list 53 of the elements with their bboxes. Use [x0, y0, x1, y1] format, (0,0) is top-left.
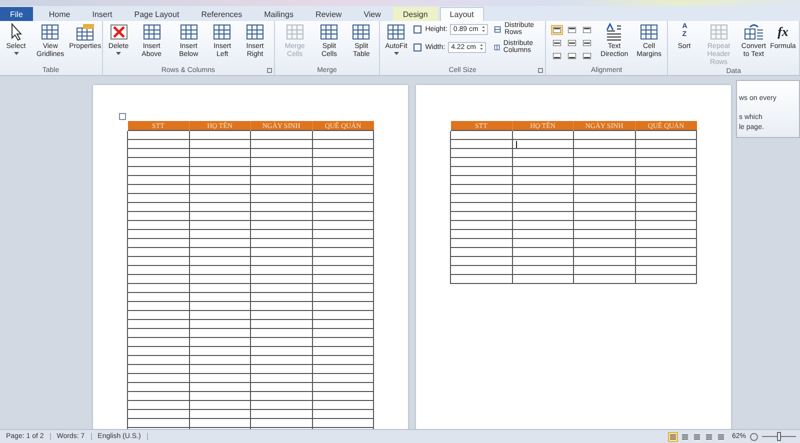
- table-icon: [708, 23, 729, 41]
- align-button[interactable]: [550, 51, 563, 61]
- view-button[interactable]: [716, 432, 726, 442]
- table-icon: [245, 23, 266, 41]
- dialog-launcher[interactable]: [538, 68, 543, 73]
- ribbon-tab[interactable]: View: [354, 7, 391, 21]
- ribbon-tab[interactable]: Insert: [82, 7, 122, 21]
- table-icon: [212, 23, 232, 41]
- caret-icon: [116, 52, 122, 56]
- table-icon: [351, 23, 372, 41]
- ribbon-tab[interactable]: Review: [305, 7, 352, 21]
- align-button[interactable]: [550, 38, 563, 48]
- table-icon: [386, 23, 406, 41]
- table-icon: [178, 23, 199, 41]
- distribute-columns-icon: [494, 42, 500, 52]
- ribbon-tab[interactable]: Page Layout: [124, 7, 190, 21]
- view-button[interactable]: [692, 432, 702, 442]
- ribbon-tab[interactable]: File: [0, 7, 33, 21]
- align-button[interactable]: [566, 51, 578, 61]
- ribbon-tab[interactable]: Design: [392, 7, 438, 21]
- table-properties-icon: [75, 23, 96, 41]
- ribbon-tab[interactable]: Home: [38, 7, 80, 21]
- table-icon: [284, 23, 305, 41]
- ribbon-tab[interactable]: References: [191, 7, 252, 21]
- ribbon-tab[interactable]: Mailings: [254, 7, 304, 21]
- delete-table-icon: [108, 23, 129, 41]
- table-icon: [319, 23, 340, 41]
- align-button[interactable]: [550, 25, 563, 35]
- formula-icon: fx: [778, 23, 788, 41]
- column-width-icon: [413, 42, 422, 52]
- spinner-icon[interactable]: [482, 26, 486, 32]
- convert-to-text-icon: [744, 23, 764, 41]
- table-icon: [142, 23, 162, 41]
- table-move-handle[interactable]: [119, 113, 126, 120]
- zoom-out-button[interactable]: [750, 432, 758, 440]
- caret-icon: [14, 52, 18, 56]
- view-button[interactable]: [704, 432, 714, 442]
- distribute-rows-icon: [494, 24, 502, 34]
- zoom-slider-thumb[interactable]: [777, 432, 781, 441]
- ribbon-tab[interactable]: Layout: [440, 7, 484, 21]
- table-icon: [40, 23, 60, 41]
- dialog-launcher[interactable]: [266, 68, 272, 73]
- align-button[interactable]: [580, 25, 593, 35]
- align-button[interactable]: [566, 25, 578, 35]
- view-button[interactable]: [680, 432, 690, 442]
- align-button[interactable]: [580, 51, 593, 61]
- spinner-icon[interactable]: [480, 44, 484, 50]
- align-button[interactable]: [566, 38, 578, 48]
- row-height-icon: [413, 24, 422, 34]
- caret-icon: [394, 52, 399, 56]
- align-button[interactable]: [580, 38, 593, 48]
- table-icon: [639, 23, 660, 41]
- view-button[interactable]: [668, 432, 678, 442]
